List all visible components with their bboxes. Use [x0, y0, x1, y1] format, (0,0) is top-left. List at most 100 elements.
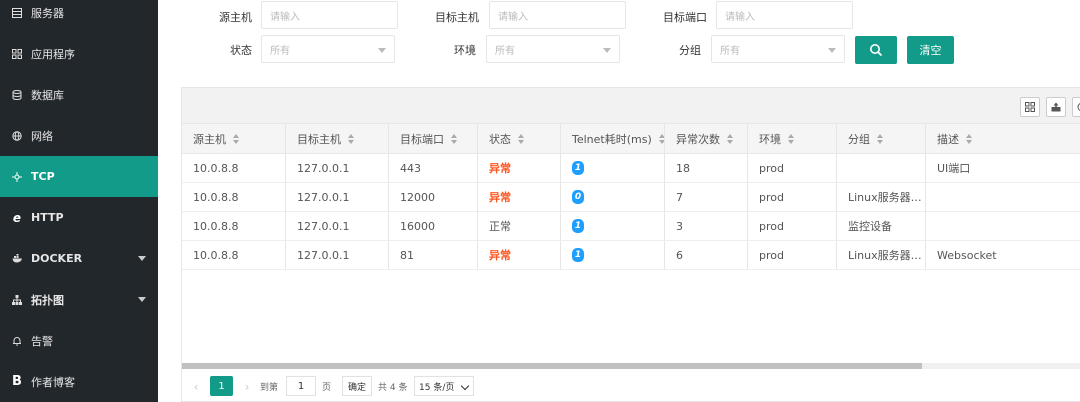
horizontal-scrollbar[interactable]	[182, 363, 1080, 369]
chevron-down-icon	[138, 256, 146, 261]
sort-icon[interactable]	[966, 134, 972, 144]
cell-port: 16000	[389, 212, 478, 240]
sort-icon[interactable]	[727, 134, 733, 144]
telnet-badge: 1	[572, 219, 584, 233]
network-icon	[11, 130, 23, 142]
cell-telnet: 1	[561, 241, 665, 269]
table-row[interactable]: 10.0.8.8 127.0.0.1 81 异常 1 6 prod Linux服…	[182, 241, 1080, 270]
next-page-icon[interactable]: ›	[242, 380, 252, 394]
columns-icon[interactable]	[1020, 97, 1040, 117]
prev-page-icon[interactable]: ‹	[191, 380, 201, 394]
group-select[interactable]: 所有	[711, 35, 845, 63]
cell-port: 81	[389, 241, 478, 269]
sidebar-item-tcp[interactable]: TCP	[0, 156, 158, 197]
sidebar-item-topology[interactable]: 拓扑图	[0, 279, 158, 320]
search-button[interactable]	[855, 36, 897, 64]
sort-icon[interactable]	[518, 134, 524, 144]
sidebar-item-server[interactable]: 服务器	[0, 0, 158, 33]
table-toolbar	[182, 88, 1080, 124]
col-header-source[interactable]: 源主机	[182, 124, 286, 154]
col-header-group[interactable]: 分组	[837, 124, 926, 154]
group-select-value: 所有	[720, 45, 740, 57]
cell-desc	[926, 212, 1080, 240]
status-select[interactable]: 所有	[261, 35, 395, 63]
cell-desc	[926, 183, 1080, 211]
cell-status: 异常	[478, 241, 561, 269]
sidebar-item-docker[interactable]: DOCKER	[0, 238, 158, 279]
cell-errors: 3	[665, 212, 748, 240]
cell-target: 127.0.0.1	[286, 154, 389, 182]
sidebar-item-apps[interactable]: 应用程序	[0, 33, 158, 74]
caret-down-icon	[603, 48, 611, 53]
sidebar-item-label: 数据库	[31, 88, 64, 102]
col-header-status[interactable]: 状态	[478, 124, 561, 154]
sidebar-item-label: 告警	[31, 334, 53, 348]
goto-confirm-button[interactable]: 确定	[342, 376, 372, 396]
cell-telnet: 1	[561, 212, 665, 240]
cell-target: 127.0.0.1	[286, 183, 389, 211]
table-row[interactable]: 10.0.8.8 127.0.0.1 443 异常 1 18 prod UI端口	[182, 154, 1080, 183]
cell-group: 监控设备	[837, 212, 926, 240]
cell-source: 10.0.8.8	[182, 241, 286, 269]
table-row[interactable]: 10.0.8.8 127.0.0.1 16000 正常 1 3 prod 监控设…	[182, 212, 1080, 241]
target-host-input[interactable]: 请输入	[489, 1, 626, 29]
sort-icon[interactable]	[348, 134, 354, 144]
chevron-down-icon	[460, 381, 470, 391]
chevron-down-icon	[138, 297, 146, 302]
page-size-value: 15 条/页	[419, 382, 455, 393]
goto-page-input[interactable]: 1	[286, 376, 316, 396]
page-size-select[interactable]: 15 条/页	[414, 376, 474, 396]
sort-icon[interactable]	[451, 134, 457, 144]
cell-errors: 6	[665, 241, 748, 269]
col-header-port[interactable]: 目标端口	[389, 124, 478, 154]
env-label: 环境	[454, 44, 476, 57]
export-icon[interactable]	[1046, 97, 1066, 117]
sidebar-item-blog[interactable]: B 作者博客	[0, 361, 158, 402]
cell-env: prod	[748, 154, 837, 182]
telnet-badge: 1	[572, 161, 584, 175]
app-icon	[11, 48, 23, 60]
server-icon	[11, 7, 23, 19]
http-icon: e	[12, 210, 22, 225]
scrollbar-thumb[interactable]	[182, 363, 922, 369]
telnet-badge: 0	[572, 190, 584, 204]
print-icon[interactable]	[1072, 97, 1080, 117]
col-header-target[interactable]: 目标主机	[286, 124, 389, 154]
cell-target: 127.0.0.1	[286, 241, 389, 269]
sidebar-item-label: 网络	[31, 129, 53, 143]
cell-env: prod	[748, 212, 837, 240]
cell-telnet: 1	[561, 154, 665, 182]
col-header-env[interactable]: 环境	[748, 124, 837, 154]
target-host-label: 目标主机	[435, 11, 479, 24]
sort-icon[interactable]	[877, 134, 883, 144]
clear-button[interactable]: 清空	[907, 36, 954, 64]
goto-label: 到第	[260, 383, 279, 393]
page-1-button[interactable]: 1	[210, 376, 233, 396]
sidebar-item-label: 服务器	[31, 6, 64, 20]
sort-icon[interactable]	[233, 134, 239, 144]
table-panel: 源主机 目标主机 目标端口 状态 Telnet耗时(ms) 异常次数 环境 分组…	[181, 87, 1080, 402]
cell-source: 10.0.8.8	[182, 154, 286, 182]
sidebar-item-http[interactable]: e HTTP	[0, 197, 158, 238]
env-select[interactable]: 所有	[486, 35, 620, 63]
cell-port: 443	[389, 154, 478, 182]
table-row[interactable]: 10.0.8.8 127.0.0.1 12000 异常 0 7 prod Lin…	[182, 183, 1080, 212]
sort-icon[interactable]	[788, 134, 794, 144]
sort-icon[interactable]	[658, 134, 664, 144]
cell-target: 127.0.0.1	[286, 212, 389, 240]
source-host-input[interactable]: 请输入	[261, 1, 398, 29]
target-port-input[interactable]: 请输入	[716, 1, 853, 29]
col-header-desc[interactable]: 描述	[926, 124, 1080, 154]
search-icon	[870, 44, 883, 57]
sidebar-item-label: HTTP	[31, 211, 64, 224]
sidebar-item-network[interactable]: 网络	[0, 115, 158, 156]
cell-group: Linux服务器…	[837, 241, 926, 269]
telnet-badge: 1	[572, 248, 584, 262]
col-header-telnet[interactable]: Telnet耗时(ms)	[561, 124, 665, 154]
bell-icon	[11, 335, 23, 347]
sidebar-item-alarm[interactable]: 告警	[0, 320, 158, 361]
col-header-errors[interactable]: 异常次数	[665, 124, 748, 154]
sidebar-item-database[interactable]: 数据库	[0, 74, 158, 115]
topology-icon	[11, 294, 23, 306]
status-select-value: 所有	[270, 45, 290, 57]
